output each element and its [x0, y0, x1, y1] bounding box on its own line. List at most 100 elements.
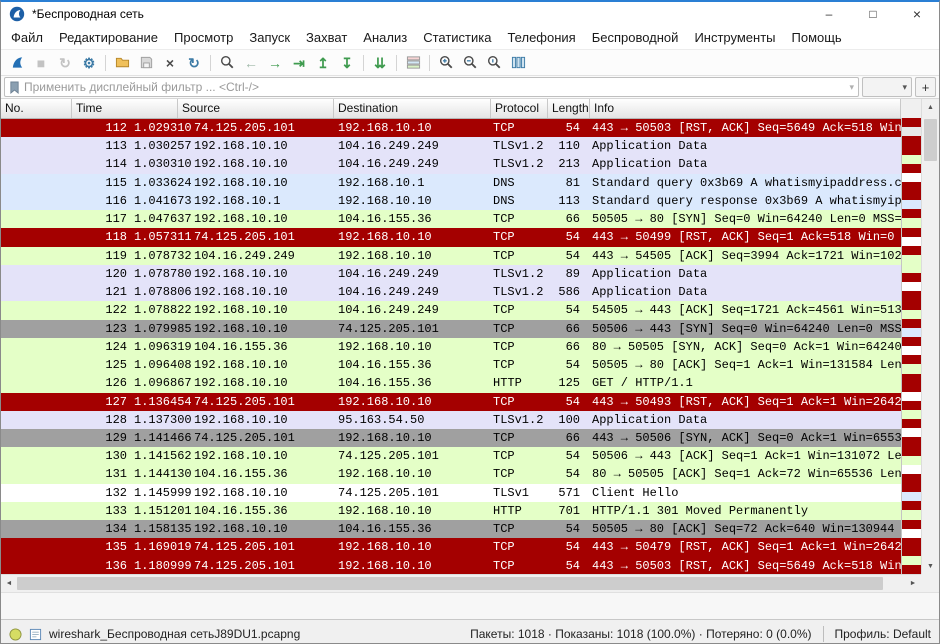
filter-bookmark-icon[interactable] [9, 81, 20, 94]
capture-comment-icon[interactable] [29, 628, 42, 641]
filter-history-dropdown-icon[interactable]: ▾ [849, 82, 854, 93]
go-back-button[interactable]: ← [239, 52, 263, 74]
column-header-source[interactable]: Source [178, 99, 334, 118]
cell-len: 66 [546, 338, 586, 356]
packet-row-135[interactable]: 1351.16901974.125.205.101192.168.10.10TC… [1, 538, 901, 556]
go-to-packet-button[interactable]: ⇥ [287, 52, 311, 74]
scroll-down-arrow[interactable]: ▼ [922, 558, 939, 574]
column-header-length[interactable]: Length [548, 99, 590, 118]
stop-capture-button[interactable]: ■ [29, 52, 53, 74]
go-forward-button[interactable]: → [263, 52, 287, 74]
toolbar-separator [105, 55, 106, 71]
packet-row-116[interactable]: 1161.041673192.168.10.1192.168.10.10DNS1… [1, 192, 901, 210]
packet-row-119[interactable]: 1191.078732104.16.249.249192.168.10.10TC… [1, 247, 901, 265]
vertical-scroll-thumb[interactable] [924, 119, 937, 161]
cell-dst: 192.168.10.1 [334, 174, 489, 192]
packet-row-133[interactable]: 1331.151201104.16.155.36192.168.10.10HTT… [1, 502, 901, 520]
close-file-button[interactable]: × [158, 52, 182, 74]
menu-item-tools[interactable]: Инструменты [686, 27, 783, 48]
menu-item-edit[interactable]: Редактирование [51, 27, 166, 48]
cell-dst: 192.168.10.10 [334, 557, 489, 575]
packet-row-123[interactable]: 1231.079985192.168.10.1074.125.205.101TC… [1, 320, 901, 338]
start-capture-button[interactable] [5, 52, 29, 74]
cell-info: 443 → 50479 [RST, ACK] Seq=1 Ack=1 Win=2… [586, 538, 901, 556]
packet-row-114[interactable]: 1141.030310192.168.10.10104.16.249.249TL… [1, 155, 901, 173]
capture-options-button[interactable]: ⚙ [77, 52, 101, 74]
cell-dst: 104.16.155.36 [334, 520, 489, 538]
packet-row-131[interactable]: 1311.144130104.16.155.36192.168.10.10TCP… [1, 465, 901, 483]
go-first-button[interactable]: ↥ [311, 52, 335, 74]
packet-row-129[interactable]: 1291.14146674.125.205.101192.168.10.10TC… [1, 429, 901, 447]
packet-row-118[interactable]: 1181.05731174.125.205.101192.168.10.10TC… [1, 228, 901, 246]
expert-info-icon[interactable] [9, 628, 22, 641]
cell-no: 127 [1, 393, 131, 411]
save-file-button[interactable] [134, 52, 158, 74]
packet-row-125[interactable]: 1251.096408192.168.10.10104.16.155.36TCP… [1, 356, 901, 374]
menu-item-statistics[interactable]: Статистика [415, 27, 499, 48]
minimap-stripe [902, 118, 921, 127]
cell-len: 81 [546, 174, 586, 192]
packet-row-112[interactable]: 1121.02931074.125.205.101192.168.10.10TC… [1, 119, 901, 137]
cell-time: 1.141466 [131, 429, 192, 447]
reload-file-button[interactable]: ↻ [182, 52, 206, 74]
column-header-protocol[interactable]: Protocol [491, 99, 548, 118]
cell-info: Application Data [586, 283, 901, 301]
auto-scroll-button[interactable]: ⇊ [368, 52, 392, 74]
scroll-up-arrow[interactable]: ▲ [922, 99, 939, 115]
column-header-info[interactable]: Info [590, 99, 901, 118]
menu-item-go[interactable]: Запуск [241, 27, 298, 48]
zoom-out-button[interactable] [458, 52, 482, 74]
display-filter-field[interactable]: ▾ [4, 77, 859, 97]
menu-item-wireless[interactable]: Беспроводной [584, 27, 687, 48]
column-header-time[interactable]: Time [72, 99, 178, 118]
column-header-no[interactable]: No. [1, 99, 72, 118]
menu-item-view[interactable]: Просмотр [166, 27, 241, 48]
cell-time: 1.096867 [131, 374, 192, 392]
close-button[interactable]: × [895, 2, 939, 25]
zoom-in-button[interactable] [434, 52, 458, 74]
filter-expression-combo[interactable]: ▾ [862, 77, 912, 97]
horizontal-scroll-thumb[interactable] [17, 577, 883, 590]
packet-row-117[interactable]: 1171.047637192.168.10.10104.16.155.36TCP… [1, 210, 901, 228]
cell-dst: 104.16.155.36 [334, 210, 489, 228]
cell-no: 117 [1, 210, 131, 228]
menu-item-capture[interactable]: Захват [298, 27, 355, 48]
menu-item-help[interactable]: Помощь [784, 27, 850, 48]
packet-row-122[interactable]: 1221.078822192.168.10.10104.16.249.249TC… [1, 301, 901, 319]
packet-row-136[interactable]: 1361.18099974.125.205.101192.168.10.10TC… [1, 557, 901, 575]
menu-item-file[interactable]: Файл [3, 27, 51, 48]
packet-row-113[interactable]: 1131.030257192.168.10.10104.16.249.249TL… [1, 137, 901, 155]
scroll-right-arrow[interactable]: ► [905, 575, 921, 592]
maximize-button[interactable]: □ [851, 2, 895, 25]
colorize-icon [406, 55, 421, 70]
menu-item-telephony[interactable]: Телефония [499, 27, 583, 48]
packet-row-132[interactable]: 1321.145999192.168.10.1074.125.205.101TL… [1, 484, 901, 502]
packet-row-115[interactable]: 1151.033624192.168.10.10192.168.10.1DNS8… [1, 174, 901, 192]
packet-row-121[interactable]: 1211.078806192.168.10.10104.16.249.249TL… [1, 283, 901, 301]
open-file-button[interactable] [110, 52, 134, 74]
packet-row-126[interactable]: 1261.096867192.168.10.10104.16.155.36HTT… [1, 374, 901, 392]
display-filter-input[interactable] [24, 80, 845, 94]
vertical-scrollbar[interactable]: ▲ ▼ [921, 99, 939, 574]
go-last-button[interactable]: ↧ [335, 52, 359, 74]
find-packet-button[interactable] [215, 52, 239, 74]
packet-row-120[interactable]: 1201.078780192.168.10.10104.16.249.249TL… [1, 265, 901, 283]
restart-capture-button[interactable]: ↻ [53, 52, 77, 74]
column-header-destination[interactable]: Destination [334, 99, 491, 118]
colorize-button[interactable] [401, 52, 425, 74]
packet-row-124[interactable]: 1241.096319104.16.155.36192.168.10.10TCP… [1, 338, 901, 356]
packet-row-134[interactable]: 1341.158135192.168.10.10104.16.155.36TCP… [1, 520, 901, 538]
resize-columns-button[interactable] [506, 52, 530, 74]
cell-src: 192.168.10.10 [192, 174, 334, 192]
packet-row-127[interactable]: 1271.13645474.125.205.101192.168.10.10TC… [1, 393, 901, 411]
zoom-original-button[interactable] [482, 52, 506, 74]
menu-item-analyze[interactable]: Анализ [355, 27, 415, 48]
filter-add-button[interactable]: + [915, 77, 936, 97]
packet-row-130[interactable]: 1301.141562192.168.10.1074.125.205.101TC… [1, 447, 901, 465]
packet-row-128[interactable]: 1281.137300192.168.10.1095.163.54.50TLSv… [1, 411, 901, 429]
scroll-left-arrow[interactable]: ◄ [1, 575, 17, 592]
horizontal-scrollbar[interactable]: ◄ ► [1, 574, 921, 592]
cell-src: 74.125.205.101 [192, 228, 334, 246]
profile-label[interactable]: Профиль: Default [835, 627, 932, 641]
minimize-button[interactable]: – [807, 2, 851, 25]
